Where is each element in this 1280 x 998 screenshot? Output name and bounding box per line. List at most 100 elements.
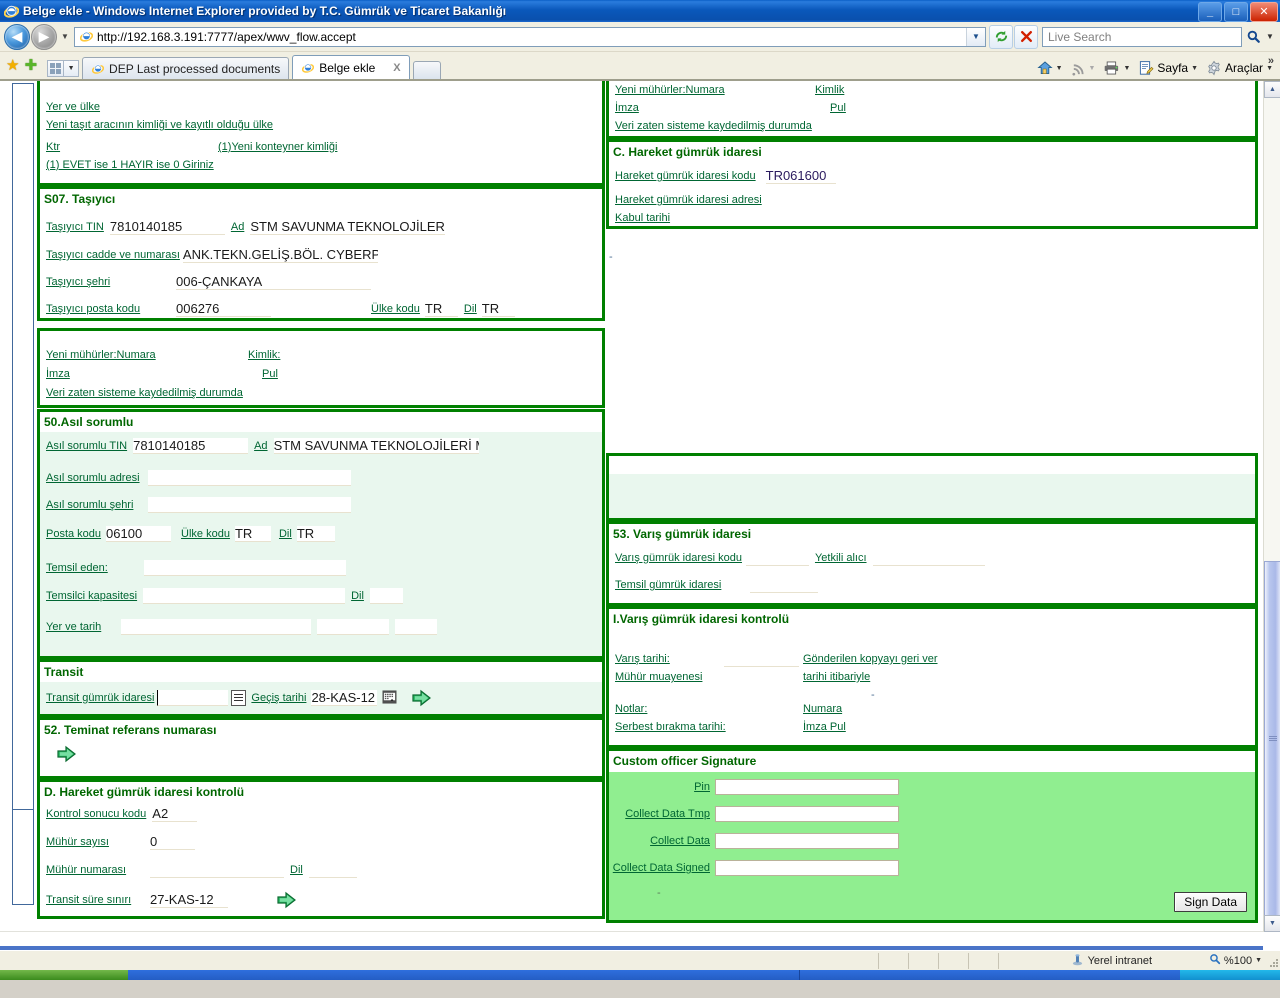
- field-principal-address[interactable]: Asıl sorumlu adresi: [46, 470, 351, 486]
- seal-count-value[interactable]: 0: [150, 834, 195, 850]
- address-bar[interactable]: http://192.168.3.191:7777/apex/wwv_flow.…: [74, 26, 986, 47]
- carrier-postcode-value[interactable]: 006276: [176, 301, 271, 317]
- link-new-container-identity[interactable]: (1)Yeni konteyner kimliği: [218, 141, 337, 153]
- principal-address-value[interactable]: [148, 470, 351, 486]
- field-arrival-date[interactable]: Varış tarihi: Gönderilen kopyayı geri ve…: [615, 651, 938, 667]
- tab-belge-ekle[interactable]: Belge ekle X: [292, 55, 410, 79]
- security-zone-indicator[interactable]: Yerel intranet: [1071, 953, 1152, 969]
- field-control-result-code[interactable]: Kontrol sonucu kodu A2: [46, 806, 198, 822]
- representing-office-value[interactable]: [750, 577, 818, 593]
- collect-data-signed-input[interactable]: [715, 860, 899, 876]
- search-box[interactable]: Live Search: [1042, 26, 1242, 47]
- home-button[interactable]: ▼: [1034, 59, 1066, 77]
- field-seal-count[interactable]: Mühür sayısı 0: [46, 834, 195, 850]
- resize-grip[interactable]: [1267, 957, 1279, 969]
- field-collect-data[interactable]: Collect Data: [609, 833, 899, 849]
- link-signature-right[interactable]: İmza: [615, 102, 639, 114]
- tools-menu-button[interactable]: Araçlar ▼: [1203, 59, 1276, 77]
- taskbar-item-group-b[interactable]: [799, 970, 1180, 980]
- field-pin[interactable]: Pin: [609, 779, 899, 795]
- go-arrow-icon[interactable]: [276, 890, 298, 910]
- transit-passdate-value[interactable]: 28-KAS-12: [311, 690, 378, 706]
- seal-number-lang-value[interactable]: [308, 862, 357, 878]
- field-transit-time-limit[interactable]: Transit süre sınırı 27-KAS-12: [46, 890, 298, 910]
- new-tab-button[interactable]: [412, 61, 441, 79]
- field-destination-office-code[interactable]: Varış gümrük idaresi kodu Yetkili alıcı: [615, 550, 985, 566]
- link-seal-identity-right[interactable]: Kimlik: [815, 84, 844, 96]
- zoom-control[interactable]: %100 ▼: [1209, 953, 1262, 968]
- field-place-and-date[interactable]: Yer ve tarih: [46, 619, 437, 635]
- back-button[interactable]: ◀: [4, 23, 30, 50]
- link-new-seals-number-right[interactable]: Yeni mühürler:Numara: [615, 84, 725, 96]
- field-departure-office-code[interactable]: Hareket gümrük idaresi kodu TR061600: [615, 168, 836, 184]
- represented-by-value[interactable]: [144, 560, 346, 576]
- stop-button[interactable]: [1014, 24, 1038, 49]
- field-seal-inspection[interactable]: Mühür muayenesi tarihi itibariyle: [615, 671, 870, 683]
- principal-city-value[interactable]: [148, 497, 351, 513]
- address-dropdown-icon[interactable]: ▼: [966, 27, 985, 46]
- forward-button[interactable]: ▶: [31, 23, 57, 50]
- search-submit-icon[interactable]: [1242, 26, 1264, 48]
- tab-list-dropdown-icon[interactable]: ▼: [64, 60, 80, 77]
- principal-country-value[interactable]: TR: [234, 526, 271, 542]
- transit-office-value[interactable]: [157, 690, 229, 706]
- principal-name-value[interactable]: STM SAVUNMA TEKNOLOJİLERİ MÜH: [273, 438, 479, 454]
- carrier-tin-value[interactable]: 7810140185: [109, 219, 225, 235]
- tab-dep-last-processed-documents[interactable]: DEP Last processed documents: [82, 57, 290, 79]
- field-representing-office[interactable]: Temsil gümrük idaresi: [615, 577, 818, 593]
- system-tray[interactable]: [1180, 970, 1280, 980]
- place-and-date-value[interactable]: [121, 619, 311, 635]
- print-caret-icon[interactable]: ▼: [1123, 65, 1130, 72]
- destination-office-code-value[interactable]: [745, 550, 809, 566]
- go-arrow-icon[interactable]: [56, 744, 78, 764]
- departure-office-code-value[interactable]: TR061600: [765, 168, 836, 184]
- link-data-already-saved-right[interactable]: Veri zaten sisteme kaydedilmiş durumda: [615, 120, 812, 132]
- carrier-country-value[interactable]: TR: [424, 301, 458, 317]
- link-new-seals-number-left[interactable]: Yeni mühürler:Numara: [46, 349, 156, 361]
- tab-close-icon[interactable]: X: [393, 62, 400, 74]
- collect-data-input[interactable]: [715, 833, 899, 849]
- field-collect-data-signed[interactable]: Collect Data Signed: [609, 860, 899, 876]
- scroll-down-button[interactable]: ▼: [1264, 915, 1280, 932]
- field-representative-capacity[interactable]: Temsilci kapasitesi Dil: [46, 588, 403, 604]
- field-represented-by[interactable]: Temsil eden:: [46, 560, 346, 576]
- calendar-icon[interactable]: [382, 689, 397, 707]
- quick-tabs-group[interactable]: ▼: [47, 60, 80, 77]
- close-button[interactable]: ✕: [1250, 2, 1278, 22]
- favorites-star-icon[interactable]: ★: [6, 58, 19, 73]
- carrier-name-value[interactable]: STM SAVUNMA TEKNOLOJİLERİ M: [250, 219, 446, 235]
- control-result-value[interactable]: A2: [152, 806, 198, 822]
- go-arrow-icon[interactable]: [411, 688, 433, 708]
- quick-tabs-icon[interactable]: [47, 60, 65, 77]
- principal-postcode-value[interactable]: 06100: [106, 526, 172, 542]
- link-acceptance-date[interactable]: Kabul tarihi: [615, 212, 670, 224]
- field-principal-city[interactable]: Asıl sorumlu şehri: [46, 497, 351, 513]
- field-carrier-street[interactable]: Taşıyıcı cadde ve numarası ANK.TEKN.GELİ…: [46, 247, 378, 263]
- link-ktr[interactable]: Ktr: [46, 141, 60, 153]
- transit-limit-value[interactable]: 27-KAS-12: [150, 892, 228, 908]
- field-notes[interactable]: Notlar: Numara: [615, 703, 842, 715]
- minimize-button[interactable]: _: [1198, 2, 1222, 22]
- link-new-vehicle-identity[interactable]: Yeni taşıt aracının kimliği ve kayıtlı o…: [46, 119, 273, 131]
- field-transit-office[interactable]: Transit gümrük idaresi Geçiş tarihi 28-K…: [46, 688, 433, 708]
- print-button[interactable]: ▼: [1100, 59, 1133, 77]
- field-carrier-city[interactable]: Taşıyıcı şehri 006-ÇANKAYA: [46, 274, 371, 290]
- page-caret-icon[interactable]: ▼: [1191, 65, 1198, 72]
- field-carrier-postcode[interactable]: Taşıyıcı posta kodu 006276 Ülke kodu TR …: [46, 301, 515, 317]
- place-and-date-extra-2[interactable]: [395, 619, 437, 635]
- sign-data-button[interactable]: Sign Data: [1174, 892, 1247, 912]
- field-release-date[interactable]: Serbest bırakma tarihi: İmza Pul: [615, 721, 846, 733]
- link-place-and-country[interactable]: Yer ve ülke: [46, 101, 100, 113]
- start-button[interactable]: [0, 970, 128, 980]
- representative-lang-value[interactable]: [369, 588, 403, 604]
- feeds-button[interactable]: ▼: [1068, 60, 1099, 77]
- carrier-street-value[interactable]: ANK.TEKN.GELİŞ.BÖL. CYBERPAI: [182, 247, 378, 263]
- link-departure-office-address[interactable]: Hareket gümrük idaresi adresi: [615, 194, 762, 206]
- field-principal-postcode[interactable]: Posta kodu 06100 Ülke kodu TR Dil TR: [46, 526, 335, 542]
- field-collect-data-tmp[interactable]: Collect Data Tmp: [609, 806, 899, 822]
- link-seal-identity-left[interactable]: Kimlik:: [248, 349, 280, 361]
- place-and-date-extra-1[interactable]: [317, 619, 389, 635]
- page-menu-button[interactable]: Sayfa ▼: [1135, 59, 1201, 77]
- seal-number-value[interactable]: [150, 862, 284, 878]
- carrier-lang-value[interactable]: TR: [481, 301, 515, 317]
